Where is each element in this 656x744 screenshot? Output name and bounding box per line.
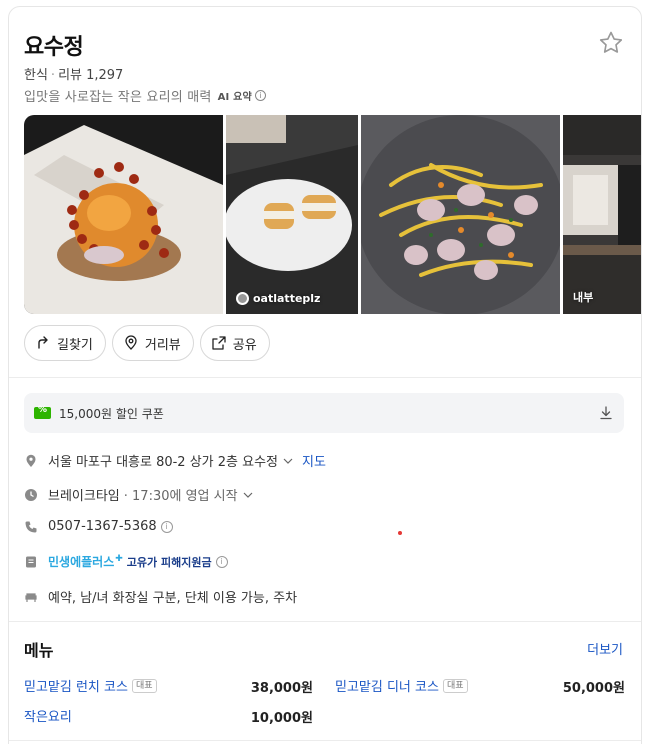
share-icon bbox=[212, 336, 226, 350]
promo-icon bbox=[26, 556, 36, 567]
share-label: 공유 bbox=[232, 337, 257, 353]
share-button[interactable]: 공유 bbox=[199, 325, 270, 361]
place-meta: 한식 · 리뷰 1,297 bbox=[24, 64, 123, 83]
hours-detail[interactable]: · 17:30에 영업 시작 bbox=[124, 485, 238, 504]
photo-2[interactable]: oatlatteplz bbox=[226, 115, 358, 314]
ai-summary-label: AI 요약 bbox=[217, 92, 252, 103]
place-title: 요수정 bbox=[24, 35, 84, 60]
meta-separator: · bbox=[50, 68, 56, 83]
promo-plus-icon: ✚ bbox=[115, 553, 123, 564]
amenities-icon bbox=[25, 592, 37, 602]
phone-number[interactable]: 0507-1367-5368 bbox=[48, 519, 157, 534]
menu-item-price: 50,000원 bbox=[562, 681, 625, 696]
menu-item-name[interactable]: 작은요리 bbox=[24, 706, 72, 725]
action-bar: 길찾기 거리뷰 공유 bbox=[24, 325, 270, 361]
phone-row: 0507-1367-5368 i bbox=[24, 519, 173, 534]
directions-button[interactable]: 길찾기 bbox=[24, 325, 106, 361]
info-icon[interactable]: i bbox=[215, 555, 228, 568]
menu-item-price: 10,000원 bbox=[250, 711, 313, 726]
info-icon: i bbox=[254, 90, 266, 101]
promo-a[interactable]: 민생에플러스 bbox=[48, 553, 114, 570]
amenities-text: 예약, 남/녀 화장실 구분, 단체 이용 가능, 주차 bbox=[48, 591, 298, 606]
marker-dot bbox=[398, 531, 402, 535]
photo-caption: oatlatteplz bbox=[236, 292, 320, 305]
promo-row: 민생에플러스 ✚ 고유가 피해지원금 i bbox=[24, 553, 228, 570]
menu-item-price: 38,000원 bbox=[250, 681, 313, 696]
photo-label-interior: 내부 bbox=[573, 291, 594, 304]
divider bbox=[9, 740, 641, 741]
menu-title: 메뉴 bbox=[24, 641, 54, 660]
photo-3[interactable] bbox=[361, 115, 560, 314]
coupon-label: 15,000원 할인 쿠폰 bbox=[59, 406, 164, 421]
promo-b[interactable]: 고유가 피해지원금 bbox=[127, 554, 212, 570]
menu-more-link[interactable]: 더보기 bbox=[587, 639, 623, 658]
address-text[interactable]: 서울 마포구 대흥로 80-2 상가 2층 요수정 bbox=[48, 451, 278, 470]
category: 한식 bbox=[24, 68, 48, 83]
hours-status: 브레이크타임 bbox=[48, 489, 120, 504]
profile-icon bbox=[236, 292, 249, 305]
street-view-button[interactable]: 거리뷰 bbox=[111, 325, 194, 361]
ai-summary-badge[interactable]: AI 요약 i bbox=[218, 88, 266, 103]
review-count[interactable]: 리뷰 1,297 bbox=[58, 68, 123, 83]
info-icon[interactable]: i bbox=[160, 520, 173, 533]
summary-text: 입맛을 사로잡는 작은 요리의 매력 bbox=[24, 90, 212, 105]
menu-item-name[interactable]: 믿고맡김 디너 코스 bbox=[335, 676, 439, 695]
coupon-icon bbox=[34, 405, 51, 419]
amenities-row: 예약, 남/녀 화장실 구분, 단체 이용 가능, 주차 bbox=[24, 587, 297, 606]
menu-item: 작은요리 bbox=[24, 706, 72, 725]
download-icon[interactable] bbox=[598, 405, 614, 421]
location-pin-icon bbox=[26, 454, 36, 467]
star-icon[interactable] bbox=[597, 29, 625, 57]
photo-caption: 내부 bbox=[573, 289, 593, 305]
menu-item: 믿고맡김 런치 코스 대표 bbox=[24, 676, 157, 695]
clock-icon bbox=[25, 488, 37, 501]
divider bbox=[9, 621, 641, 622]
chevron-down-icon[interactable] bbox=[282, 455, 294, 467]
directions-label: 길찾기 bbox=[57, 337, 93, 353]
place-card: 요수정 한식 · 리뷰 1,297 입맛을 사로잡는 작은 요리의 매력 AI 요약… bbox=[8, 6, 642, 744]
phone-icon bbox=[25, 521, 37, 532]
ai-summary: 입맛을 사로잡는 작은 요리의 매력 AI 요약 i bbox=[24, 86, 266, 105]
coupon-banner[interactable]: 15,000원 할인 쿠폰 bbox=[24, 393, 624, 433]
menu-item-name[interactable]: 믿고맡김 런치 코스 bbox=[24, 676, 128, 695]
hours-row: 브레이크타임 · 17:30에 영업 시작 bbox=[24, 485, 254, 504]
street-view-label: 거리뷰 bbox=[144, 337, 181, 353]
menu-item: 믿고맡김 디너 코스 대표 bbox=[335, 676, 468, 695]
chevron-down-icon[interactable] bbox=[242, 489, 254, 501]
photo-4[interactable]: 내부 bbox=[563, 115, 641, 314]
address-row: 서울 마포구 대흥로 80-2 상가 2층 요수정 지도 bbox=[24, 451, 326, 470]
map-link[interactable]: 지도 bbox=[302, 451, 326, 470]
directions-icon bbox=[38, 336, 48, 349]
photo-credit: oatlatteplz bbox=[253, 292, 321, 305]
divider bbox=[9, 377, 641, 378]
photo-strip: oatlatteplz 내부 bbox=[24, 115, 641, 314]
street-view-icon bbox=[125, 335, 137, 350]
signature-badge: 대표 bbox=[131, 678, 157, 693]
photo-1[interactable] bbox=[24, 115, 223, 314]
signature-badge: 대표 bbox=[442, 678, 468, 693]
